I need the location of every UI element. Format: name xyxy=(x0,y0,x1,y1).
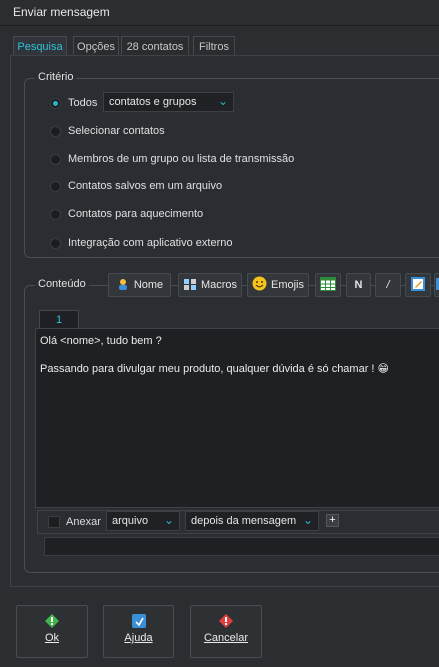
anexo-posicao-combo[interactable]: depois da mensagem ⌄ xyxy=(185,511,319,531)
conteudo-title: Conteúdo xyxy=(35,278,89,290)
window-titlebar: Enviar mensagem xyxy=(0,0,439,26)
anexo-posicao-value: depois da mensagem xyxy=(191,515,297,527)
radio-label: Contatos para aquecimento xyxy=(68,208,204,220)
bold-button-label: N xyxy=(354,279,363,291)
radio-label: Contatos salvos em um arquivo xyxy=(68,180,223,192)
emojis-button[interactable]: Emojis xyxy=(247,273,309,297)
cancel-button[interactable]: Cancelar xyxy=(190,605,262,658)
macros-button-label: Macros xyxy=(200,279,238,291)
tab-opcoes[interactable]: Opções xyxy=(73,36,119,56)
anexo-tipo-value: arquivo xyxy=(112,515,149,527)
help-button-label: Ajuda xyxy=(124,632,153,644)
edit-icon xyxy=(410,276,426,295)
message-editor[interactable]: Olá <nome>, tudo bem ? Passando para div… xyxy=(35,328,439,508)
radio-label: Selecionar contatos xyxy=(68,125,165,137)
ok-button[interactable]: Ok xyxy=(16,605,88,658)
window-title: Enviar mensagem xyxy=(13,5,110,19)
help-icon xyxy=(131,614,146,628)
chevron-down-icon: ⌄ xyxy=(302,513,313,527)
table-icon xyxy=(320,276,336,294)
criterio-title: Critério xyxy=(35,71,77,83)
message-line xyxy=(40,348,439,362)
radio-todos[interactable]: Todos xyxy=(50,95,97,111)
radio-button[interactable] xyxy=(50,125,61,137)
cancel-button-label: Cancelar xyxy=(203,632,249,644)
italic-button-label: / xyxy=(386,279,390,291)
nome-button-label: Nome xyxy=(133,279,164,291)
smiley-icon xyxy=(252,276,267,294)
tab-contatos[interactable]: 28 contatos xyxy=(121,36,189,56)
add-attachment-button[interactable]: + xyxy=(326,514,339,527)
radio-label: Todos xyxy=(68,97,98,109)
radio-selecionar-contatos[interactable]: Selecionar contatos xyxy=(50,123,165,139)
macros-icon xyxy=(183,277,197,294)
emojis-button-label: Emojis xyxy=(270,279,304,291)
more-toolbar-button[interactable] xyxy=(434,273,439,297)
radio-membros-grupo[interactable]: Membros de um grupo ou lista de transmis… xyxy=(50,151,294,167)
editor-tab-1[interactable]: 1 xyxy=(39,310,79,329)
help-button[interactable]: Ajuda xyxy=(103,605,174,658)
radio-contatos-arquivo[interactable]: Contatos salvos em um arquivo xyxy=(50,178,222,194)
tab-pesquisa[interactable]: Pesquisa xyxy=(13,36,67,57)
todos-combo[interactable]: contatos e grupos ⌄ xyxy=(103,92,234,112)
edit-button[interactable] xyxy=(405,273,431,297)
radio-button[interactable] xyxy=(50,153,61,165)
anexar-label: Anexar xyxy=(66,516,101,528)
radio-label: Integração com aplicativo externo xyxy=(68,237,233,249)
ok-button-label: Ok xyxy=(44,632,60,644)
italic-button[interactable]: / xyxy=(375,273,401,297)
table-button[interactable] xyxy=(315,273,341,297)
ok-icon xyxy=(45,614,59,628)
message-line: Passando para divulgar meu produto, qual… xyxy=(40,363,390,375)
radio-label: Membros de um grupo ou lista de transmis… xyxy=(68,153,295,165)
contact-icon xyxy=(116,277,130,294)
radio-button[interactable] xyxy=(50,237,61,249)
chevron-down-icon: ⌄ xyxy=(163,513,174,527)
chevron-down-icon: ⌄ xyxy=(217,94,228,108)
radio-button[interactable] xyxy=(50,97,61,109)
todos-combo-value: contatos e grupos xyxy=(109,96,197,108)
tab-filtros[interactable]: Filtros xyxy=(193,36,235,56)
cancel-icon xyxy=(219,614,233,628)
attachment-status-bar xyxy=(44,537,439,556)
nome-button[interactable]: Nome xyxy=(108,273,171,297)
radio-button[interactable] xyxy=(50,180,61,192)
anexar-checkbox[interactable] xyxy=(48,516,60,528)
anexo-tipo-combo[interactable]: arquivo ⌄ xyxy=(106,511,180,531)
bold-button[interactable]: N xyxy=(346,273,371,297)
radio-aquecimento[interactable]: Contatos para aquecimento xyxy=(50,206,203,222)
macros-button[interactable]: Macros xyxy=(178,273,242,297)
radio-button[interactable] xyxy=(50,208,61,220)
message-line: Olá <nome>, tudo bem ? xyxy=(40,335,162,347)
radio-integracao[interactable]: Integração com aplicativo externo xyxy=(50,235,232,251)
